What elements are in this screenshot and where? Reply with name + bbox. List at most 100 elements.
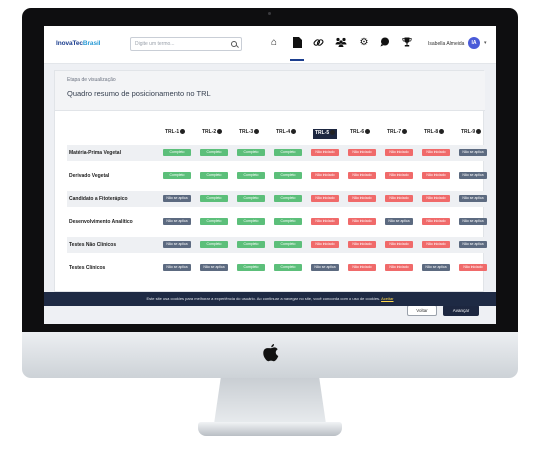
status-badge[interactable]: Completo xyxy=(163,172,191,179)
info-icon[interactable] xyxy=(180,129,186,134)
trl-column-header[interactable]: TRL-6 xyxy=(350,129,371,139)
status-badge[interactable]: Não se aplica xyxy=(459,195,487,202)
status-badge[interactable]: Não se aplica xyxy=(385,218,413,225)
monitor-stand xyxy=(214,378,326,424)
status-badge[interactable]: Completo xyxy=(274,149,302,156)
trl-column-header[interactable]: TRL-4 xyxy=(276,129,297,139)
status-badge[interactable]: Não se aplica xyxy=(311,264,339,271)
status-badge[interactable]: Não se aplica xyxy=(200,264,228,271)
trophy-icon[interactable] xyxy=(401,37,413,49)
back-button[interactable]: Voltar xyxy=(407,305,437,316)
status-badge[interactable]: Completo xyxy=(237,149,265,156)
status-badge[interactable]: Não iniciado xyxy=(459,264,487,271)
status-badge[interactable]: Completo xyxy=(200,218,228,225)
status-badge[interactable]: Não se aplica xyxy=(459,241,487,248)
gear-icon[interactable]: ⚙ xyxy=(358,37,370,49)
info-icon[interactable] xyxy=(291,129,297,134)
trl-column-header[interactable]: TRL-3 xyxy=(239,129,260,139)
trl-column-header[interactable]: TRL-1 xyxy=(165,129,186,139)
trl-level-label: TRL-9 xyxy=(461,129,476,135)
status-badge[interactable]: Não se aplica xyxy=(163,241,191,248)
home-icon[interactable]: ⌂ xyxy=(268,37,280,49)
info-icon[interactable] xyxy=(476,129,482,134)
status-badge[interactable]: Não se aplica xyxy=(459,149,487,156)
status-badge[interactable]: Não iniciado xyxy=(348,218,376,225)
search-input[interactable]: Digite um termo... xyxy=(130,37,242,51)
cookie-accept-link[interactable]: Aceitar xyxy=(381,296,393,301)
status-badge[interactable]: Não iniciado xyxy=(348,264,376,271)
status-badge[interactable]: Completo xyxy=(237,264,265,271)
status-badge[interactable]: Não iniciado xyxy=(385,241,413,248)
status-badge[interactable]: Não iniciado xyxy=(311,172,339,179)
info-icon[interactable] xyxy=(402,129,408,134)
status-badge[interactable]: Não iniciado xyxy=(311,218,339,225)
cookie-banner: Este site usa cookies para melhorar a ex… xyxy=(44,292,496,306)
status-badge[interactable]: Não iniciado xyxy=(385,195,413,202)
status-badge[interactable]: Não iniciado xyxy=(385,172,413,179)
status-badge[interactable]: Não iniciado xyxy=(422,195,450,202)
status-badge[interactable]: Completo xyxy=(274,241,302,248)
status-badge[interactable]: Completo xyxy=(274,172,302,179)
status-badge[interactable]: Não iniciado xyxy=(422,241,450,248)
status-badge[interactable]: Completo xyxy=(200,241,228,248)
status-badge[interactable]: Não se aplica xyxy=(459,172,487,179)
status-badge[interactable]: Não iniciado xyxy=(348,172,376,179)
status-badge[interactable]: Não se aplica xyxy=(163,264,191,271)
status-badge[interactable]: Não iniciado xyxy=(385,264,413,271)
status-badge[interactable]: Completo xyxy=(237,218,265,225)
status-badge[interactable]: Não iniciado xyxy=(348,241,376,248)
status-badge[interactable]: Completo xyxy=(274,218,302,225)
user-name[interactable]: Isabella Almeida xyxy=(428,41,464,47)
info-icon[interactable] xyxy=(254,129,260,134)
brand-logo[interactable]: InovaTecBrasil xyxy=(56,40,100,47)
users-icon[interactable] xyxy=(335,37,347,49)
trl-level-label: TRL-6 xyxy=(350,129,365,135)
row-label: Desenvolvimento Analítico xyxy=(69,219,133,225)
status-badge[interactable]: Não iniciado xyxy=(311,149,339,156)
document-icon[interactable] xyxy=(291,37,303,49)
status-badge[interactable]: Completo xyxy=(163,149,191,156)
status-badge[interactable]: Não se aplica xyxy=(163,218,191,225)
row-label: Testes Não Clínicos xyxy=(69,242,117,248)
status-badge[interactable]: Não iniciado xyxy=(348,149,376,156)
status-badge[interactable]: Completo xyxy=(200,149,228,156)
trl-column-header[interactable]: TRL-7 xyxy=(387,129,408,139)
status-badge[interactable]: Não iniciado xyxy=(311,241,339,248)
status-badge[interactable]: Completo xyxy=(200,195,228,202)
trl-column-header[interactable]: TRL-8 xyxy=(424,129,445,139)
avatar[interactable]: IA xyxy=(468,37,480,49)
page-title: Quadro resumo de posicionamento no TRL xyxy=(67,89,211,98)
status-badge[interactable]: Não iniciado xyxy=(348,195,376,202)
top-navbar: InovaTecBrasil Digite um termo... ⌂ ⚙ Is… xyxy=(44,26,496,64)
status-badge[interactable]: Não se aplica xyxy=(422,264,450,271)
trl-column-header[interactable]: TRL-5 xyxy=(313,129,338,139)
status-badge[interactable]: Não iniciado xyxy=(422,149,450,156)
status-badge[interactable]: Não iniciado xyxy=(311,195,339,202)
trl-column-header[interactable]: TRL-9 xyxy=(461,129,482,139)
status-badge[interactable]: Completo xyxy=(274,195,302,202)
link-icon[interactable] xyxy=(312,37,324,49)
status-badge[interactable]: Não se aplica xyxy=(163,195,191,202)
status-badge[interactable]: Não se aplica xyxy=(459,218,487,225)
status-badge[interactable]: Completo xyxy=(237,172,265,179)
chevron-down-icon[interactable]: ▾ xyxy=(484,40,487,46)
cookie-text: Este site usa cookies para melhorar a ex… xyxy=(146,296,381,301)
trl-column-header[interactable]: TRL-2 xyxy=(202,129,223,139)
search-icon[interactable] xyxy=(231,41,237,47)
status-badge[interactable]: Completo xyxy=(237,195,265,202)
status-badge[interactable]: Completo xyxy=(200,172,228,179)
status-badge[interactable]: Não iniciado xyxy=(422,218,450,225)
info-icon[interactable] xyxy=(365,129,371,134)
status-badge[interactable]: Completo xyxy=(274,264,302,271)
status-badge[interactable]: Completo xyxy=(237,241,265,248)
next-button[interactable]: Avançar xyxy=(443,305,479,316)
info-icon[interactable] xyxy=(217,129,223,134)
chat-icon[interactable] xyxy=(379,37,391,49)
status-badge[interactable]: Não iniciado xyxy=(385,149,413,156)
table-row: Matéria-Prima Vegetal Completo Completo Com… xyxy=(67,145,487,161)
screen: InovaTecBrasil Digite um termo... ⌂ ⚙ Is… xyxy=(44,26,496,324)
status-badge[interactable]: Não iniciado xyxy=(422,172,450,179)
info-icon[interactable] xyxy=(439,129,445,134)
row-label: Derivado Vegetal xyxy=(69,173,110,179)
info-icon[interactable] xyxy=(330,130,336,135)
